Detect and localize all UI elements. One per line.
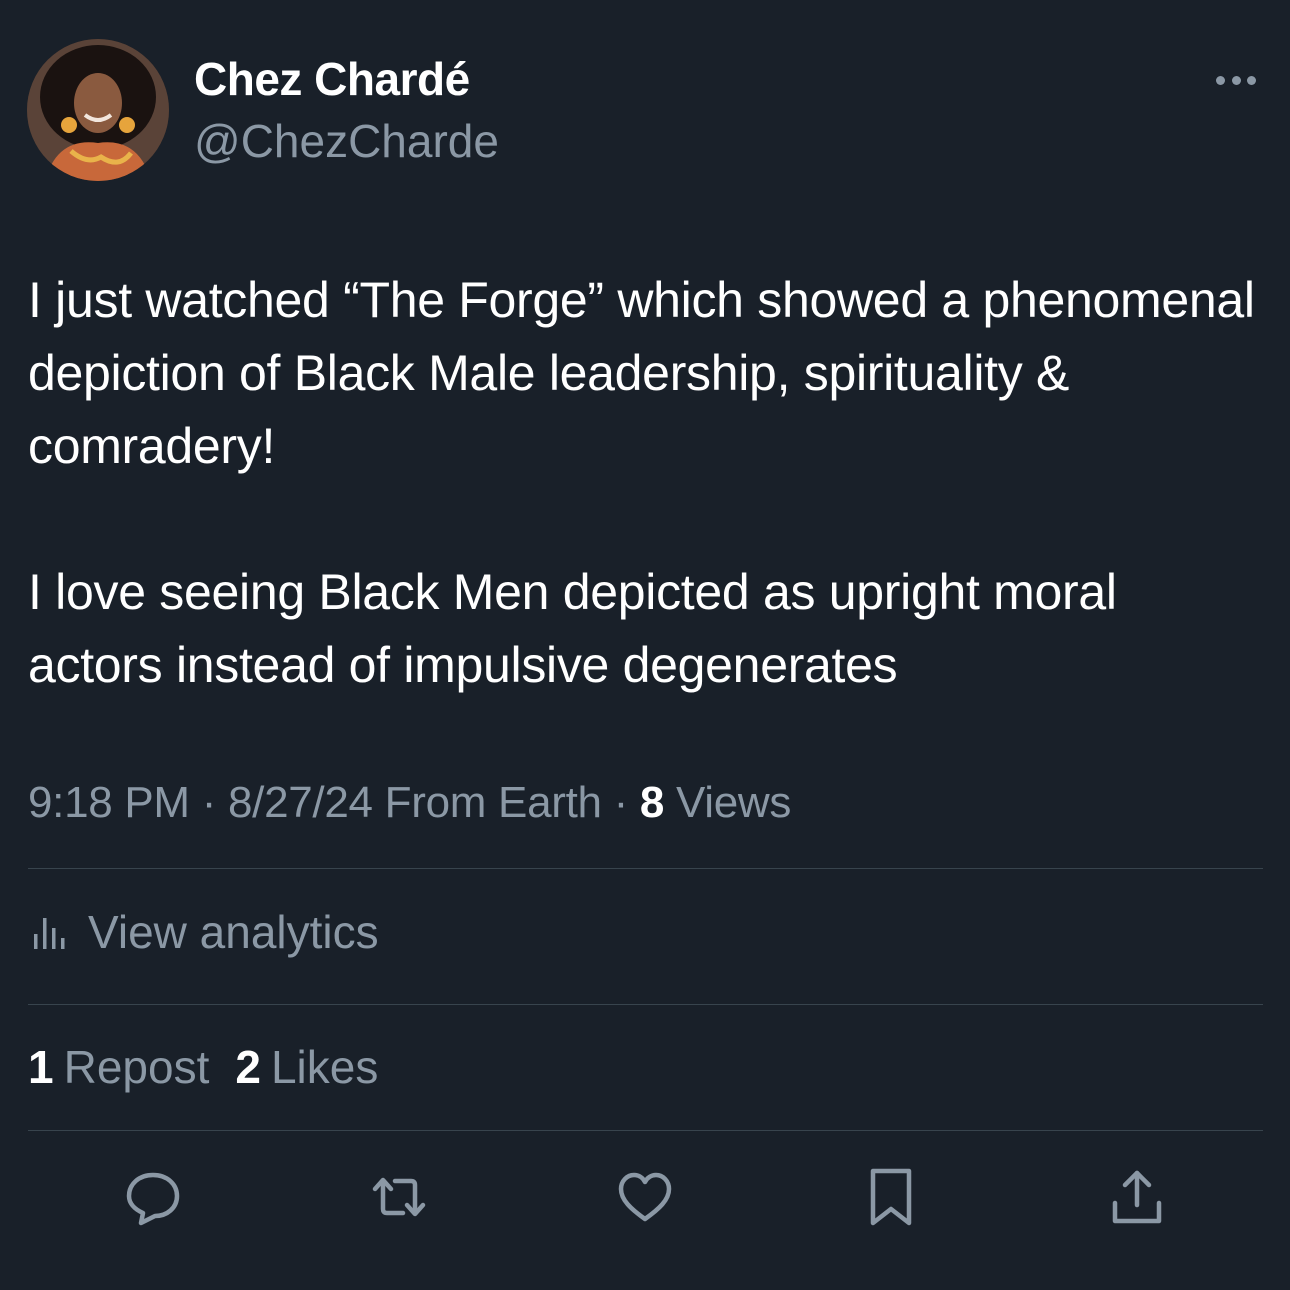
tweet-date[interactable]: 8/27/24 xyxy=(228,778,373,827)
reposts-label: Repost xyxy=(63,1041,210,1093)
avatar-image xyxy=(27,39,169,181)
meta-separator: · xyxy=(613,778,629,827)
reply-bubble-icon xyxy=(126,1172,180,1226)
avatar[interactable] xyxy=(27,39,169,181)
view-analytics-label: View analytics xyxy=(88,906,379,958)
tweet-source: From Earth xyxy=(384,778,602,827)
reposts-stat[interactable]: 1 Repost xyxy=(28,1040,209,1094)
likes-label: Likes xyxy=(270,1041,379,1093)
tweet-time[interactable]: 9:18 PM xyxy=(28,778,190,827)
tweet-text: I just watched “The Forge” which showed … xyxy=(28,264,1258,702)
views-label: Views xyxy=(676,778,792,827)
likes-count: 2 xyxy=(235,1041,261,1093)
action-bar xyxy=(0,1160,1290,1234)
tweet-metadata: 9:18 PM · 8/27/24 From Earth · 8 Views xyxy=(28,778,791,828)
meta-separator: · xyxy=(201,778,217,827)
view-analytics-link[interactable]: View analytics xyxy=(30,902,379,962)
bookmark-icon xyxy=(870,1168,912,1226)
divider xyxy=(28,1130,1263,1131)
divider xyxy=(28,868,1263,869)
like-button[interactable] xyxy=(608,1160,682,1234)
heart-icon xyxy=(618,1172,672,1222)
engagement-stats: 1 Repost 2 Likes xyxy=(28,1040,378,1094)
share-upload-icon xyxy=(1112,1170,1162,1224)
bookmark-button[interactable] xyxy=(854,1160,928,1234)
more-dot xyxy=(1231,75,1241,85)
views-count: 8 xyxy=(639,778,665,827)
likes-stat[interactable]: 2 Likes xyxy=(235,1040,378,1094)
more-dot xyxy=(1216,75,1225,85)
tweet-paragraph: I just watched “The Forge” which showed … xyxy=(28,272,1255,474)
reply-button[interactable] xyxy=(116,1160,190,1234)
tweet-paragraph: I love seeing Black Men depicted as upri… xyxy=(28,564,1117,693)
more-dot xyxy=(1247,75,1256,85)
bar-chart-icon xyxy=(34,918,65,949)
divider xyxy=(28,1004,1263,1005)
repost-button[interactable] xyxy=(362,1160,436,1234)
repost-arrows-icon xyxy=(372,1177,426,1217)
tweet-detail: Chez Chardé @ChezCharde I just watched “… xyxy=(0,0,1290,1290)
share-button[interactable] xyxy=(1100,1160,1174,1234)
reposts-count: 1 xyxy=(28,1041,54,1093)
author-handle[interactable]: @ChezCharde xyxy=(194,114,499,168)
more-horizontal-icon[interactable] xyxy=(1212,66,1260,94)
author-display-name[interactable]: Chez Chardé xyxy=(194,52,470,106)
